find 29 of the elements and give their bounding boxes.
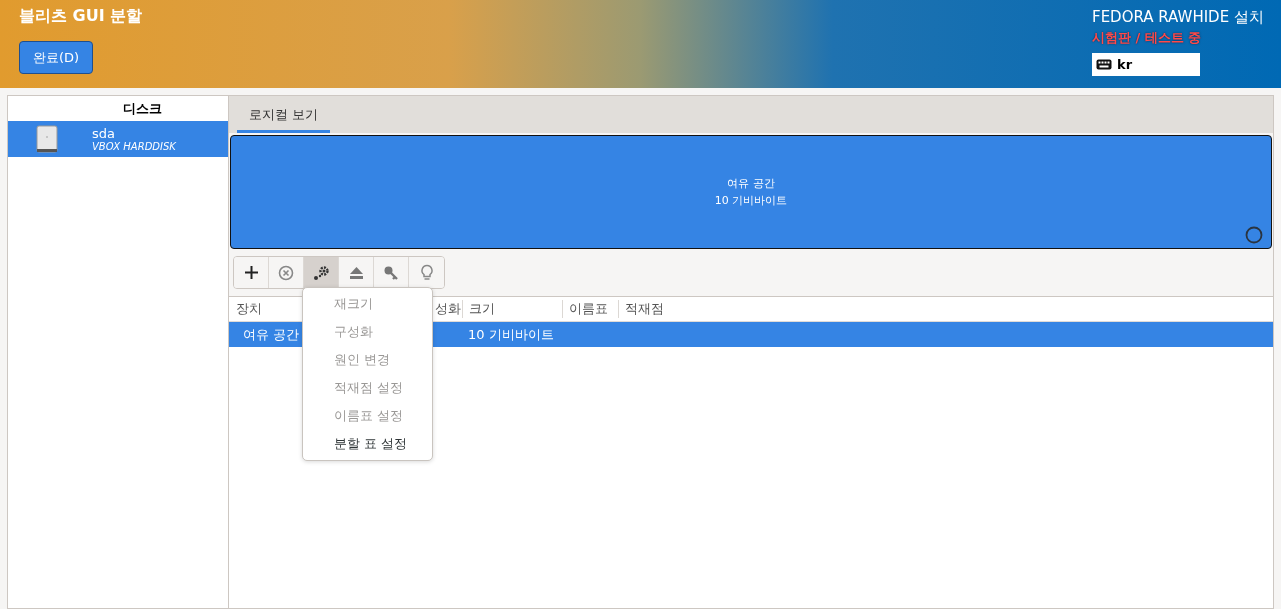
ring-icon: [1245, 226, 1263, 244]
add-icon: [243, 265, 259, 280]
column-header[interactable]: 적재점: [618, 300, 1273, 318]
eject-icon: [348, 265, 364, 280]
disk-model: VBOX HARDDISK: [92, 141, 176, 152]
column-header[interactable]: 이름표: [562, 300, 618, 318]
keyboard-icon: [1096, 59, 1112, 70]
lightbulb-icon: [419, 264, 434, 281]
free-space-bar[interactable]: 여유 공간 10 기비바이트: [230, 135, 1272, 249]
product-title: FEDORA RAWHIDE 설치: [1092, 8, 1265, 27]
keyboard-layout-label: kr: [1117, 57, 1133, 72]
gears-icon: [312, 264, 330, 281]
disk-name: sda: [92, 126, 116, 141]
free-space-label: 여유 공간: [727, 176, 775, 192]
column-header[interactable]: 크기: [462, 300, 562, 318]
free-space-size: 10 기비바이트: [714, 193, 788, 209]
done-button[interactable]: 완료(D): [19, 41, 93, 74]
window-title: 블리츠 GUI 분할: [19, 6, 143, 27]
table-cell: 10 기비바이트: [468, 325, 554, 344]
remove-icon: [278, 264, 294, 281]
toolbar-button[interactable]: [304, 257, 339, 288]
prerelease-warning: 시험판 / 테스트 중: [1092, 29, 1202, 47]
disk-item[interactable]: sda VBOX HARDDISK: [8, 121, 228, 157]
keyboard-layout-indicator[interactable]: kr: [1092, 53, 1200, 76]
table-cell: 여유 공간: [243, 325, 300, 344]
key-icon: [383, 264, 399, 281]
sidebar-heading: 디스크: [121, 100, 163, 118]
toolbar-button[interactable]: [234, 257, 269, 288]
menu-item[interactable]: 분할 표 설정: [303, 430, 432, 458]
